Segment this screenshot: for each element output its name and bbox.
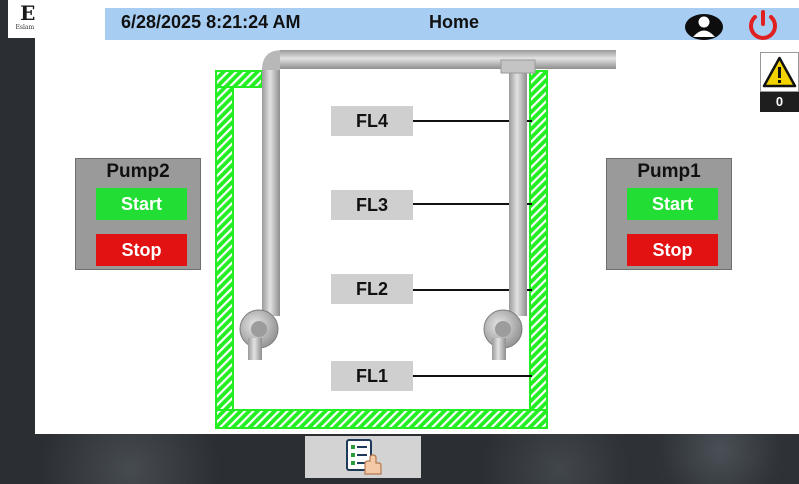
right-pipe-vertical <box>509 60 527 316</box>
tank-wall-right <box>529 70 548 429</box>
tank-wall-bottom <box>215 409 548 429</box>
checklist-hand-icon <box>346 439 382 475</box>
fl1-label: FL1 <box>331 361 413 391</box>
tank-wall-left <box>215 70 234 429</box>
pump2-volute <box>239 309 279 360</box>
bottom-nav-button[interactable] <box>305 436 421 478</box>
right-pipe-tee <box>500 59 536 74</box>
hmi-screen: 6/28/2025 8:21:24 AM Home 0 Pump2 Start … <box>35 0 799 434</box>
fl3-label: FL3 <box>331 190 413 220</box>
fl2-label: FL2 <box>331 274 413 304</box>
tank-wall-top-left <box>215 70 263 88</box>
left-pipe-vertical <box>262 68 280 316</box>
fl4-label: FL4 <box>331 106 413 136</box>
pump1-volute <box>483 309 523 360</box>
header-pipe <box>280 50 616 69</box>
tank-diagram <box>215 50 616 429</box>
